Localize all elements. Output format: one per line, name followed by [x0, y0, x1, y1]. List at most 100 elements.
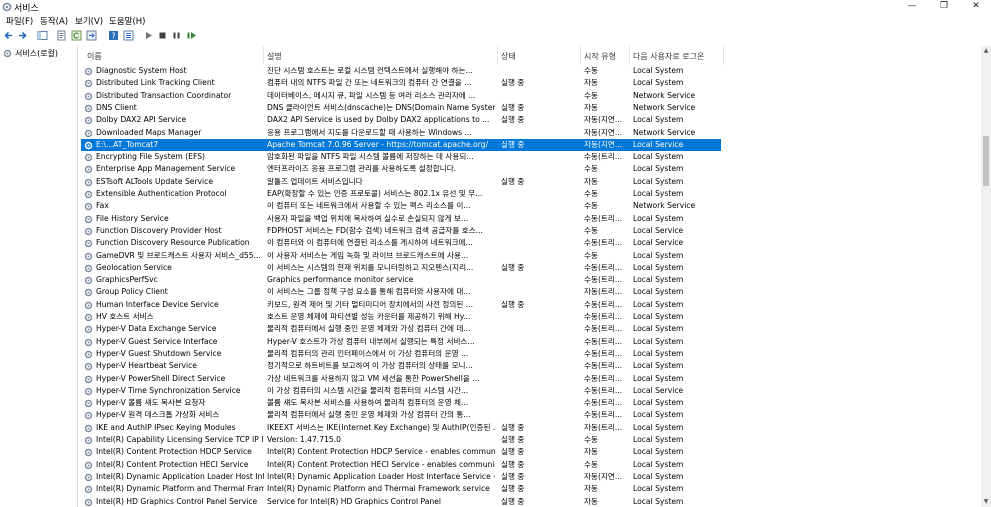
service-log-on-as: Local System	[633, 312, 684, 321]
service-status: 실행 중	[501, 115, 525, 125]
service-description: 볼륨 섀도 복사본 서비스를 사용하여 물리적 컴퓨터의 운영 체...	[267, 398, 469, 408]
service-row[interactable]: Group Policy Client 이 서비스는 그룹 정책 구성 요소를 통…	[81, 286, 981, 298]
service-row[interactable]: E:\...AT_Tomcat7 Apache Tomcat 7.0.96 Ser…	[81, 138, 721, 152]
column-divider[interactable]	[263, 46, 264, 65]
service-row[interactable]: GameDVR 및 브로드캐스트 사용자 서비스_d55... 이 사용자 서비스…	[81, 250, 981, 262]
service-row[interactable]: Human Interface Device Service 키보드, 원격 제어…	[81, 299, 981, 311]
service-name: Intel(R) Content Protection HECI Service	[96, 459, 249, 469]
service-row[interactable]: Distributed Transaction Coordinator 데이터베이…	[81, 90, 981, 102]
service-row[interactable]: Intel(R) Content Protection HECI Service…	[81, 459, 981, 471]
service-status: 실행 중	[501, 422, 525, 432]
back-arrow-icon[interactable]	[3, 30, 14, 41]
service-row[interactable]: Intel(R) Capability Licensing Service TC…	[81, 434, 981, 446]
menu-action[interactable]: 동작(A)	[40, 15, 68, 27]
service-row[interactable]: Diagnostic System Host 진단 시스템 호스트는 로컬 시스템…	[81, 65, 981, 77]
service-startup-type: 수동(트리...	[584, 385, 623, 395]
pause-service-icon[interactable]	[171, 30, 182, 41]
service-row[interactable]: Hyper-V Guest Service Interface Hyper-V 호…	[81, 336, 981, 348]
service-startup-type: 자동(지연...	[584, 127, 623, 137]
service-startup-type: 자동	[584, 447, 598, 457]
service-row[interactable]: Function Discovery Provider Host FDPHOST …	[81, 225, 981, 237]
service-log-on-as: Local Service	[633, 225, 684, 235]
service-row[interactable]: DNS Client DNS 클라이언트 서비스(dnscache)는 DNS(D…	[81, 102, 981, 114]
service-row[interactable]: Downloaded Maps Manager 응용 프로그램에서 지도를 다운로…	[81, 127, 981, 139]
service-gear-icon	[84, 424, 93, 432]
service-row[interactable]: Enterprise App Management Service 엔터프라이즈 …	[81, 163, 981, 175]
service-row[interactable]: Dolby DAX2 API Service DAX2 API Service i…	[81, 114, 981, 126]
service-name: Human Interface Device Service	[96, 299, 219, 309]
service-row[interactable]: Geolocation Service 이 서비스는 시스템의 현재 위치를 모니…	[81, 262, 981, 274]
console-tree-icon[interactable]	[123, 30, 134, 41]
show-hide-console-icon[interactable]	[37, 30, 48, 41]
forward-arrow-icon[interactable]	[17, 30, 28, 41]
service-row[interactable]: Intel(R) Content Protection HDCP Service…	[81, 446, 981, 458]
service-row[interactable]: ESTsoft ALTools Update Service 알툴즈 업데이트 서…	[81, 176, 981, 188]
service-row[interactable]: Function Discovery Resource Publication 이…	[81, 237, 981, 249]
scrollbar-thumb[interactable]	[983, 136, 989, 186]
service-row[interactable]: Fax 이 컴퓨터 또는 네트워크에서 사용할 수 있는 팩스 리소스를 이...…	[81, 200, 981, 212]
minimize-button[interactable]: —	[896, 0, 928, 14]
service-row[interactable]: GraphicsPerfSvc Graphics performance moni…	[81, 274, 981, 286]
service-row[interactable]: Extensible Authentication Protocol EAP(확장…	[81, 188, 981, 200]
properties-icon[interactable]	[56, 30, 67, 41]
menu-help[interactable]: 도움말(H)	[109, 15, 145, 27]
column-divider[interactable]	[497, 46, 498, 65]
menu-file[interactable]: 파일(F)	[6, 15, 33, 27]
service-row[interactable]: Hyper-V Data Exchange Service 물리적 컴퓨터에서 실…	[81, 323, 981, 335]
service-gear-icon	[84, 239, 93, 248]
service-description: 엔터프라이즈 응용 프로그램 관리를 사용하도록 설정합니다.	[267, 164, 457, 174]
column-header-name[interactable]: 이름	[87, 51, 102, 62]
service-name: E:\...AT_Tomcat7	[96, 139, 159, 149]
start-service-icon[interactable]	[143, 30, 154, 41]
service-row[interactable]: Distributed Link Tracking Client 컴퓨터 내의 N…	[81, 77, 981, 89]
close-button[interactable]: ✕	[960, 0, 991, 14]
column-divider[interactable]	[580, 46, 581, 65]
service-row[interactable]: Hyper-V Heartbeat Service 정기적으로 하트비트를 보고하…	[81, 360, 981, 372]
service-row[interactable]: Intel(R) HD Graphics Control Panel Servi…	[81, 496, 981, 507]
service-row[interactable]: Hyper-V 원격 데스크톱 가상화 서비스 물리적 컴퓨터에서 실행 중인 운…	[81, 409, 981, 421]
scroll-down-arrow-icon[interactable]: ▼	[981, 497, 991, 507]
service-row[interactable]: Hyper-V Guest Shutdown Service 물리적 컴퓨터의 관…	[81, 348, 981, 360]
service-row[interactable]: Intel(R) Dynamic Application Loader Host…	[81, 471, 981, 483]
nav-item-services-local[interactable]: 서비스(로컬)	[2, 48, 74, 59]
service-gear-icon	[84, 252, 93, 260]
services-gear-icon	[2, 2, 12, 12]
column-header-description[interactable]: 설명	[267, 51, 282, 62]
service-startup-type: 자동	[584, 78, 598, 88]
service-name: Distributed Link Tracking Client	[96, 78, 215, 88]
column-header-status[interactable]: 상태	[501, 51, 516, 62]
service-name: Geolocation Service	[96, 262, 172, 272]
service-row[interactable]: File History Service 사용자 파일을 백업 위치에 복사하여 …	[81, 213, 981, 225]
service-row[interactable]: IKE and AuthIP IPsec Keying Modules IKEEX…	[81, 422, 981, 434]
export-list-icon[interactable]	[86, 30, 97, 41]
restart-service-icon[interactable]	[186, 30, 197, 41]
service-description: 컴퓨터 내의 NTFS 파일 간 또는 네트워크의 컴퓨터 간 연결을 ...	[267, 78, 472, 88]
service-row[interactable]: HV 호스트 서비스 호스트 운영 체제에 파티션별 성능 카운터를 제공하기 위…	[81, 311, 981, 323]
help-icon[interactable]: ?	[108, 30, 119, 41]
column-header-log-on-as[interactable]: 다음 사용자로 로그온	[633, 51, 704, 62]
service-row[interactable]: Intel(R) Dynamic Platform and Thermal Fr…	[81, 483, 981, 495]
column-divider[interactable]	[723, 46, 724, 65]
service-log-on-as: Network Service	[633, 102, 696, 112]
service-name: Group Policy Client	[96, 287, 168, 297]
scroll-up-arrow-icon[interactable]: ▲	[981, 46, 991, 56]
service-description: 물리적 컴퓨터의 관리 인터페이스에서 이 가상 컴퓨터의 운영 ...	[267, 348, 469, 358]
maximize-button[interactable]: ❐	[928, 0, 960, 14]
column-divider[interactable]	[629, 46, 630, 65]
service-row[interactable]: Encrypting File System (EFS) 암호화된 파일을 NTF…	[81, 151, 981, 163]
refresh-icon[interactable]	[71, 30, 82, 41]
vertical-scrollbar[interactable]: ▲ ▼	[981, 46, 991, 507]
stop-service-icon[interactable]	[157, 30, 168, 41]
menu-view[interactable]: 보기(V)	[75, 15, 103, 27]
menu-bar: 파일(F) 동작(A) 보기(V) 도움말(H)	[0, 14, 991, 28]
service-row[interactable]: Hyper-V PowerShell Direct Service 가상 네트워크…	[81, 373, 981, 385]
service-description: Hyper-V 호스트가 가상 컴퓨터 내부에서 실행되는 특정 서비스...	[267, 336, 475, 346]
service-row[interactable]: Hyper-V 볼륨 섀도 복사본 요청자 볼륨 섀도 복사본 서비스를 사용하여…	[81, 397, 981, 409]
service-log-on-as: Local System	[633, 410, 684, 420]
service-description: 정기적으로 하트비트를 보고하여 이 가상 컴퓨터의 상태를 모니...	[267, 361, 473, 371]
column-header-startup-type[interactable]: 시작 유형	[584, 51, 616, 62]
service-row[interactable]: Hyper-V Time Synchronization Service 이 가상…	[81, 385, 981, 397]
service-gear-icon	[84, 449, 93, 457]
service-startup-type: 수동	[584, 250, 598, 260]
services-gear-icon	[3, 49, 12, 58]
